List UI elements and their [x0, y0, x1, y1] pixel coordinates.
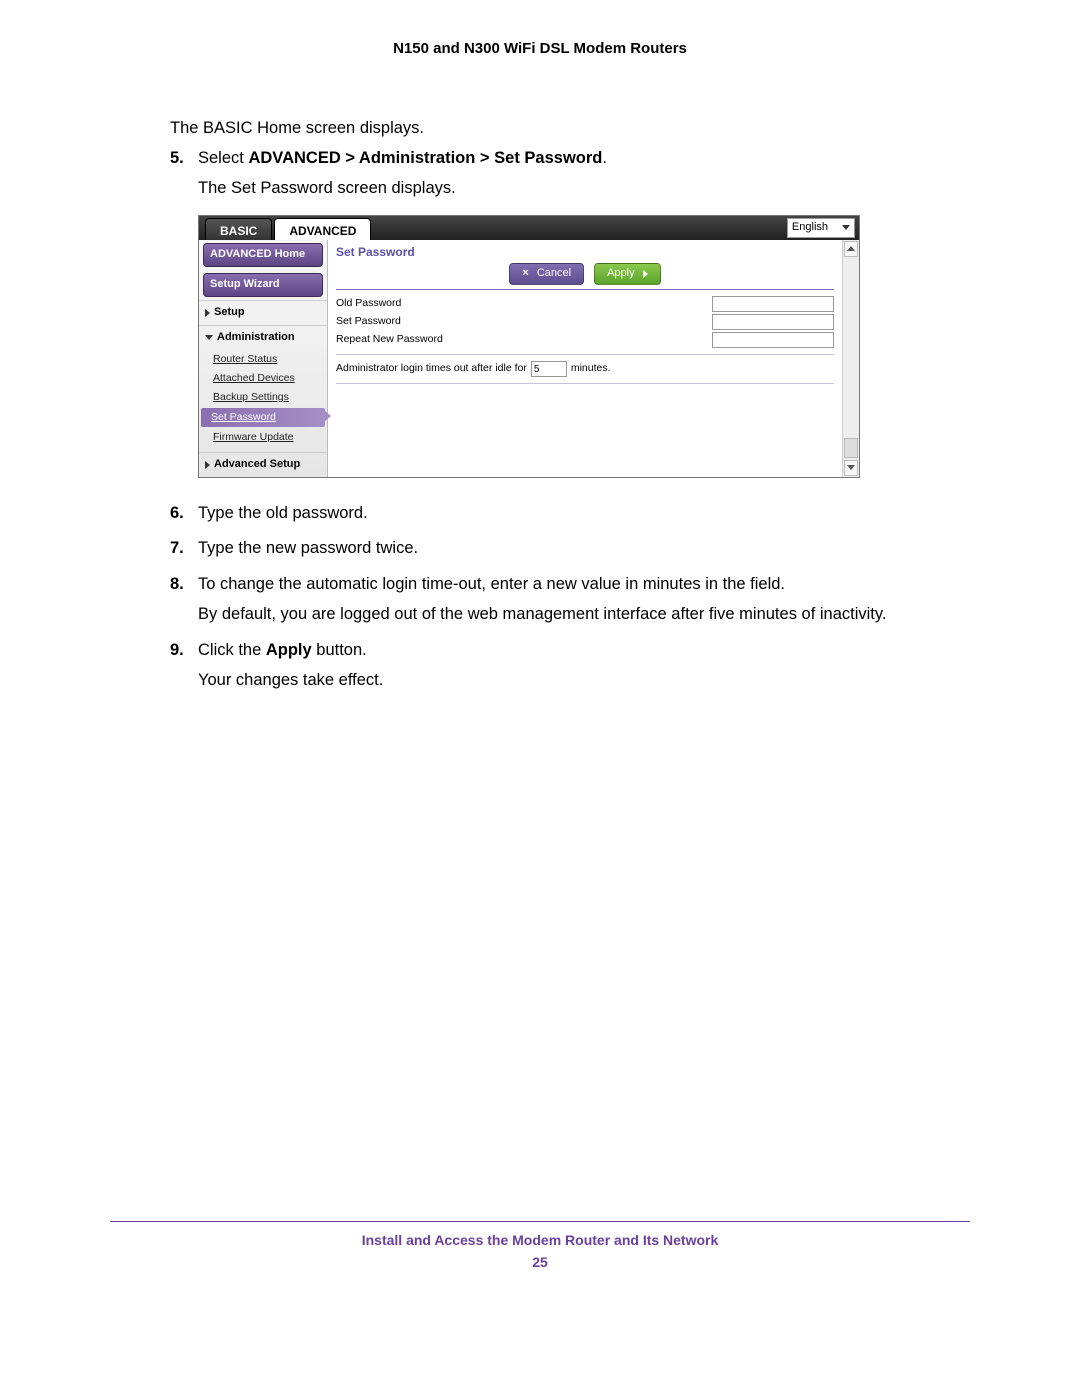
- idle-timeout-suffix: minutes.: [571, 361, 611, 376]
- old-password-label: Old Password: [336, 296, 401, 311]
- panel-title: Set Password: [336, 244, 834, 261]
- apply-button[interactable]: Apply: [594, 263, 661, 285]
- step-9-text: Click the Apply button.: [198, 639, 970, 663]
- intro-text: The BASIC Home screen displays.: [170, 117, 970, 141]
- step-8-number: 8.: [170, 573, 198, 633]
- language-selector[interactable]: English: [787, 218, 855, 238]
- ui-main-panel: Set Password × Cancel Apply: [328, 240, 842, 477]
- sidebar-router-status[interactable]: Router Status: [199, 350, 327, 369]
- sidebar-firmware-update[interactable]: Firmware Update: [199, 428, 327, 447]
- step-6-text: Type the old password.: [198, 502, 970, 526]
- sidebar-setup[interactable]: Setup: [199, 300, 327, 325]
- sidebar: ADVANCED Home Setup Wizard Setup Adminis…: [199, 240, 328, 477]
- tab-basic[interactable]: BASIC: [205, 218, 272, 240]
- ui-topbar: BASIC ADVANCED English: [199, 216, 859, 240]
- footer-text: Install and Access the Modem Router and …: [110, 1232, 970, 1248]
- step-9-after: Your changes take effect.: [198, 669, 970, 693]
- idle-timeout-input[interactable]: [531, 361, 567, 377]
- idle-timeout-prefix: Administrator login times out after idle…: [336, 361, 527, 376]
- sidebar-advanced-setup[interactable]: Advanced Setup: [199, 452, 327, 477]
- scroll-up-button[interactable]: [844, 241, 858, 257]
- divider: [336, 289, 834, 290]
- step-5-text: Select ADVANCED > Administration > Set P…: [198, 147, 970, 171]
- sidebar-advanced-home[interactable]: ADVANCED Home: [203, 243, 323, 267]
- divider: [336, 354, 834, 355]
- step-7-text: Type the new password twice.: [198, 537, 970, 561]
- caret-down-icon: [847, 465, 855, 470]
- page-number: 25: [110, 1254, 970, 1270]
- caret-down-icon: [205, 335, 213, 340]
- close-icon: ×: [522, 266, 528, 282]
- sidebar-attached-devices[interactable]: Attached Devices: [199, 369, 327, 388]
- language-label: English: [792, 220, 828, 236]
- step-7-number: 7.: [170, 537, 198, 567]
- scrollbar[interactable]: [842, 240, 859, 477]
- router-ui-screenshot: BASIC ADVANCED English ADVANC: [198, 215, 970, 478]
- page-header: N150 and N300 WiFi DSL Modem Routers: [110, 40, 970, 57]
- caret-right-icon: [205, 461, 210, 469]
- caret-right-icon: [205, 309, 210, 317]
- step-6-number: 6.: [170, 502, 198, 532]
- chevron-down-icon: [842, 225, 850, 230]
- sidebar-setup-wizard[interactable]: Setup Wizard: [203, 273, 323, 297]
- step-9-number: 9.: [170, 639, 198, 699]
- footer-divider: [110, 1221, 970, 1222]
- old-password-input[interactable]: [712, 296, 834, 312]
- step-5-number: 5.: [170, 147, 198, 496]
- step-8-text: To change the automatic login time-out, …: [198, 573, 970, 597]
- scroll-thumb[interactable]: [844, 438, 858, 458]
- repeat-password-label: Repeat New Password: [336, 332, 443, 347]
- caret-up-icon: [847, 246, 855, 251]
- sidebar-set-password[interactable]: Set Password: [201, 408, 325, 427]
- step-8-after: By default, you are logged out of the we…: [198, 603, 970, 627]
- set-password-input[interactable]: [712, 314, 834, 330]
- step-5-after: The Set Password screen displays.: [198, 177, 970, 201]
- sidebar-administration[interactable]: Administration: [199, 325, 327, 350]
- cancel-button[interactable]: × Cancel: [509, 263, 584, 285]
- tab-advanced[interactable]: ADVANCED: [274, 218, 371, 240]
- sidebar-backup-settings[interactable]: Backup Settings: [199, 388, 327, 407]
- divider: [336, 383, 834, 384]
- repeat-password-input[interactable]: [712, 332, 834, 348]
- set-password-label: Set Password: [336, 314, 401, 329]
- caret-right-icon: [643, 270, 648, 278]
- scroll-down-button[interactable]: [844, 460, 858, 476]
